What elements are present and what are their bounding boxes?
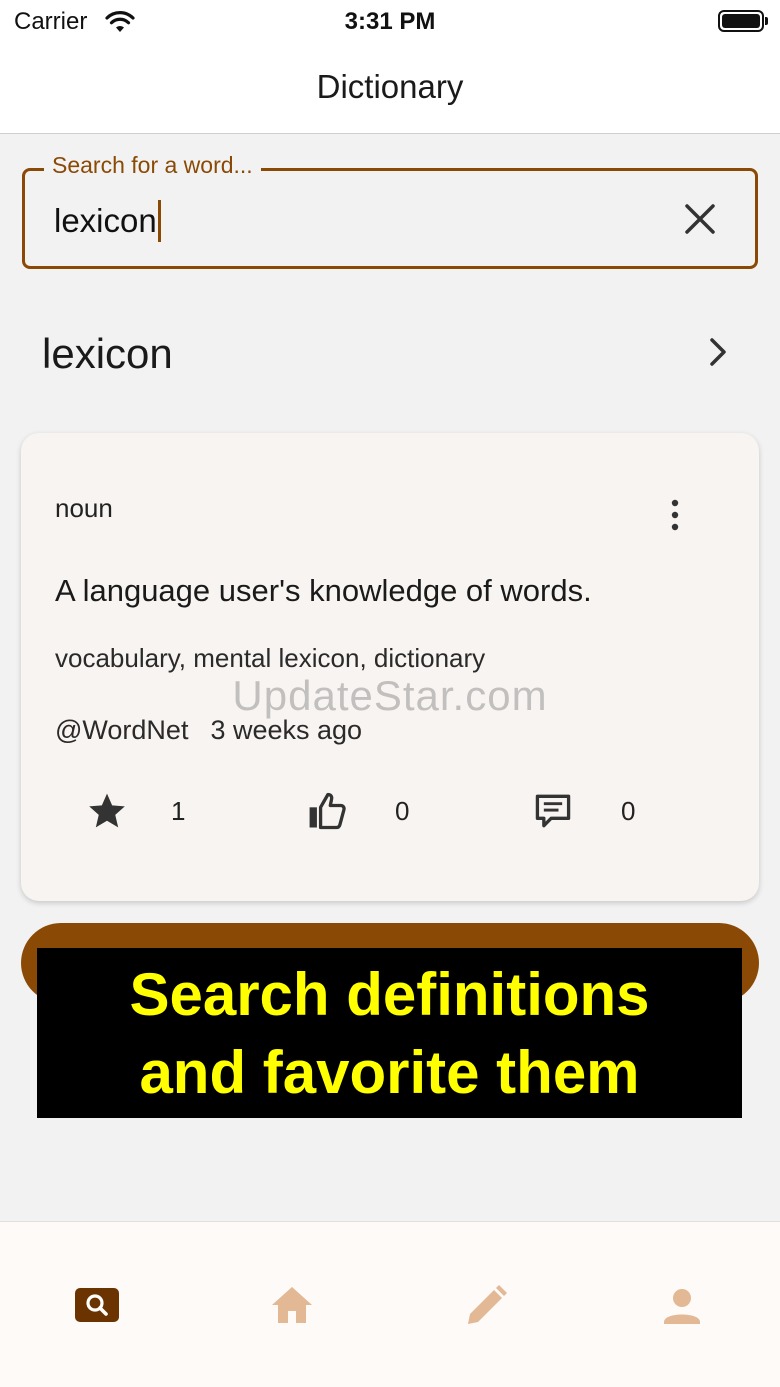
- search-icon: [75, 1288, 119, 1322]
- definition-text: A language user's knowledge of words.: [55, 573, 592, 608]
- person-icon: [673, 1289, 691, 1307]
- definition-card: noun A language user's knowledge of word…: [21, 433, 759, 901]
- like-button[interactable]: 0: [305, 783, 409, 839]
- tab-search[interactable]: [73, 1282, 121, 1330]
- search-result-item[interactable]: lexicon: [0, 310, 780, 396]
- more-options-button[interactable]: [661, 497, 689, 533]
- synonyms-text: vocabulary, mental lexicon, dictionary: [55, 643, 486, 673]
- tab-bar: [0, 1221, 780, 1387]
- chevron-right-icon: [710, 338, 726, 366]
- search-input-value: lexicon: [54, 202, 157, 239]
- tab-profile[interactable]: [658, 1282, 706, 1330]
- comment-count: 0: [621, 795, 636, 826]
- part-of-speech: noun: [55, 493, 113, 523]
- pencil-icon: [468, 1290, 502, 1324]
- clear-search-button[interactable]: [680, 199, 720, 239]
- banner-line-1: Search definitions: [129, 961, 650, 1028]
- clock: 3:31 PM: [344, 8, 436, 35]
- app-screen: Carrier 3:31 PM Dictionary Search for a …: [0, 0, 780, 1387]
- search-input[interactable]: lexicon: [54, 200, 161, 242]
- status-bar: Carrier 3:31 PM: [0, 0, 780, 44]
- favorite-count: 1: [171, 795, 186, 826]
- banner-line-2: and favorite them: [139, 1039, 640, 1106]
- thumbs-up-icon: [309, 792, 346, 830]
- like-count: 0: [395, 795, 410, 826]
- tab-edit[interactable]: [462, 1282, 510, 1330]
- result-word: lexicon: [42, 330, 173, 377]
- search-field-label: Search for a word...: [44, 152, 261, 179]
- battery-icon: [718, 10, 764, 32]
- text-caret: [157, 200, 161, 242]
- comment-icon: [535, 794, 571, 828]
- promo-banner: Search definitions and favorite them: [37, 948, 742, 1118]
- home-icon: [272, 1287, 312, 1323]
- page-title: Dictionary: [316, 68, 464, 105]
- navigation-bar: Dictionary: [0, 44, 780, 134]
- favorite-button[interactable]: 1: [85, 783, 185, 839]
- star-icon: [89, 793, 125, 828]
- battery-tip: [765, 17, 768, 25]
- watermark: UpdateStar.com: [232, 672, 548, 719]
- tab-home[interactable]: [268, 1282, 316, 1330]
- comment-button[interactable]: 0: [531, 783, 635, 839]
